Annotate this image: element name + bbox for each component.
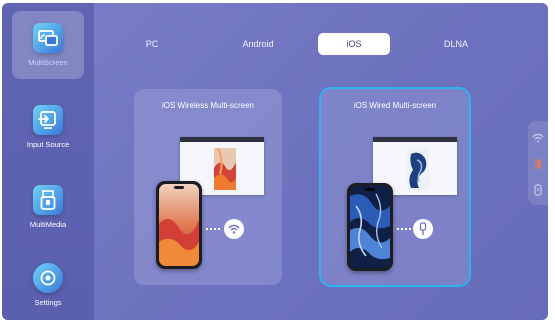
card-title: iOS Wireless Multi-screen xyxy=(161,101,254,110)
status-strip xyxy=(528,121,548,205)
input-source-icon xyxy=(33,105,63,135)
sidebar-item-label: MultiScreen xyxy=(28,58,68,67)
tab-dlna[interactable]: DLNA xyxy=(430,33,482,55)
iphone-image xyxy=(347,183,393,271)
card-title: iOS Wired Multi-screen xyxy=(353,101,437,110)
connection-dots xyxy=(397,228,411,230)
ios-wired-card[interactable]: iOS Wired Multi-screen xyxy=(319,87,471,287)
iphone-image xyxy=(156,181,202,269)
wifi-icon xyxy=(224,219,244,239)
usb-drive-icon xyxy=(33,185,63,215)
tab-android[interactable]: Android xyxy=(228,33,288,55)
settings-icon xyxy=(33,263,63,293)
usb-cable-icon xyxy=(413,219,433,239)
ios-wireless-card[interactable]: iOS Wireless Multi-screen xyxy=(134,89,282,285)
usb-icon xyxy=(531,183,545,197)
mirrored-wallpaper-image xyxy=(407,148,429,190)
tab-pc[interactable]: PC xyxy=(132,33,172,55)
sidebar-item-multimedia[interactable]: MultiMedia xyxy=(12,173,84,241)
tab-bar: PC Android iOS DLNA xyxy=(112,33,532,57)
sidebar-item-label: MultiMedia xyxy=(29,220,67,229)
tab-ios[interactable]: iOS xyxy=(318,33,390,55)
sidebar-item-settings[interactable]: Settings xyxy=(12,251,84,319)
mirrored-wallpaper-image xyxy=(214,147,236,190)
multiscreen-icon xyxy=(33,23,63,53)
connection-dots xyxy=(206,228,220,230)
projector-home-screen: MultiScreen Input Source MultiMedia Sett… xyxy=(2,3,548,320)
sidebar-item-label: Input Source xyxy=(26,140,70,149)
sidebar-item-label: Settings xyxy=(34,298,62,307)
bluetooth-icon xyxy=(531,157,545,171)
sidebar-item-input-source[interactable]: Input Source xyxy=(12,93,84,161)
sidebar: MultiScreen Input Source MultiMedia Sett… xyxy=(2,3,94,320)
wifi-icon xyxy=(531,131,545,145)
sidebar-item-multiscreen[interactable]: MultiScreen xyxy=(12,11,84,79)
